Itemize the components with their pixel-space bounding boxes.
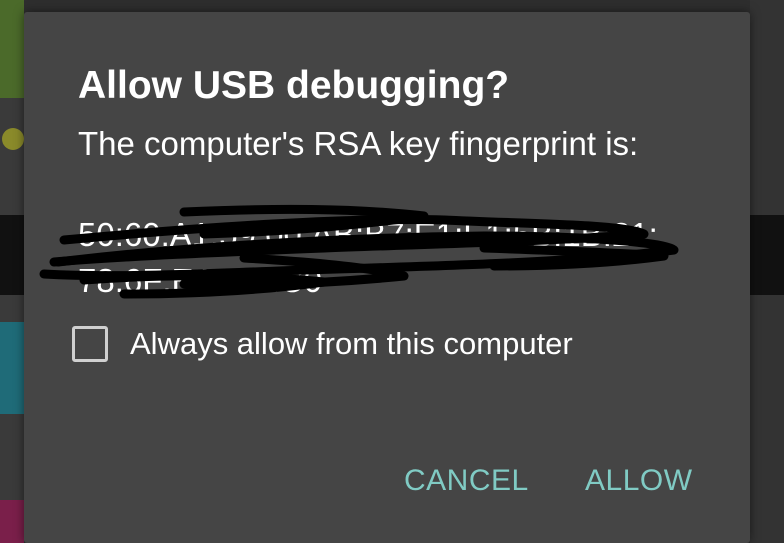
- always-allow-row[interactable]: Always allow from this computer: [72, 320, 573, 368]
- always-allow-checkbox[interactable]: [72, 326, 108, 362]
- allow-button[interactable]: ALLOW: [585, 464, 693, 498]
- always-allow-label: Always allow from this computer: [130, 326, 573, 361]
- background-icon: [2, 128, 24, 150]
- background-teal-block: [0, 322, 24, 414]
- background-black-bar: [0, 215, 24, 295]
- cancel-button[interactable]: CANCEL: [404, 464, 529, 498]
- background-pink-block: [0, 500, 24, 543]
- background-right-black-bar: [750, 215, 784, 295]
- usb-debugging-dialog: Allow USB debugging? The computer's RSA …: [24, 12, 750, 543]
- background-green-block: [0, 0, 24, 98]
